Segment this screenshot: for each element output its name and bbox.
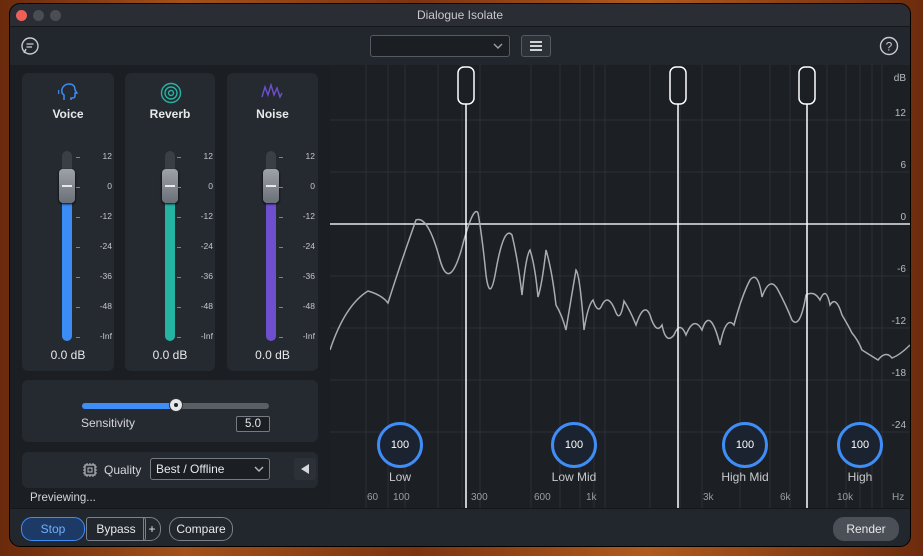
voice-head-icon: [58, 83, 79, 100]
voice-gain-value: 0.0 dB: [50, 348, 86, 362]
triangle-left-icon: [301, 464, 309, 474]
reverb-fader-thumb[interactable]: [162, 169, 178, 203]
voice-fader-fill: [62, 186, 72, 341]
noise-fader-track[interactable]: [263, 151, 279, 341]
freq-label-600: 600: [534, 492, 551, 503]
svg-text:?: ?: [886, 40, 893, 54]
reverb-fader-scale: 12 0 -12 -24 -36 -48 -Inf: [177, 149, 217, 349]
freq-label-3k: 3k: [703, 492, 714, 503]
freq-label-300: 300: [471, 492, 488, 503]
band-high-knob[interactable]: 100: [837, 422, 883, 468]
plugin-window: Dialogue Isolate ? Voice 12 0 -12 -24 -3…: [10, 4, 910, 546]
sensitivity-label: Sensitivity: [81, 416, 136, 430]
voice-fader-thumb[interactable]: [59, 169, 75, 203]
quality-label: Quality: [104, 463, 142, 477]
help-icon[interactable]: ?: [879, 36, 899, 56]
db-label-minus24: -24: [891, 420, 906, 431]
render-button[interactable]: Render: [833, 517, 899, 541]
add-bypass-button[interactable]: +: [143, 517, 161, 541]
window-title: Dialogue Isolate: [416, 8, 504, 22]
module-controls-panel: Voice 12 0 -12 -24 -36 -48 -Inf 0.0 dB R…: [10, 65, 330, 546]
reverb-fader-fill: [165, 186, 175, 341]
freq-label-60: 60: [367, 492, 379, 503]
bypass-button[interactable]: Bypass: [86, 517, 146, 541]
noise-label: Noise: [256, 107, 289, 121]
sensitivity-slider-track[interactable]: [82, 399, 269, 411]
band-high-mid-knob[interactable]: 100: [722, 422, 768, 468]
crossover-handle-1[interactable]: [457, 66, 475, 105]
freq-label-100: 100: [393, 492, 410, 503]
db-unit-label: dB: [893, 73, 906, 84]
noise-wave-icon: [261, 83, 283, 99]
reverb-rings-icon: [160, 82, 182, 104]
voice-fader-track[interactable]: [59, 151, 75, 341]
freq-label-1k: 1k: [586, 492, 597, 503]
speech-bubble-icon[interactable]: [20, 36, 40, 56]
band-low-label: Low: [388, 470, 411, 484]
db-label-12: 12: [894, 108, 906, 119]
sensitivity-section: Sensitivity 5.0: [22, 380, 318, 442]
band-low-knob[interactable]: 100: [377, 422, 423, 468]
sensitivity-value-field[interactable]: 5.0: [236, 416, 270, 432]
chip-icon: [83, 463, 97, 477]
noise-gain-value: 0.0 dB: [255, 348, 290, 362]
crossover-handle-2[interactable]: [669, 66, 687, 105]
db-label-0: 0: [900, 212, 906, 223]
quality-dropdown[interactable]: Best / Offline: [150, 458, 270, 480]
noise-fader-thumb[interactable]: [263, 169, 279, 203]
band-low-mid-knob[interactable]: 100: [551, 422, 597, 468]
band-high-label: High: [847, 470, 873, 484]
spectrum-curve: [330, 210, 910, 361]
reverb-label: Reverb: [149, 107, 191, 121]
band-low-mid-label: Low Mid: [551, 470, 597, 484]
band-high-mid-label: High Mid: [721, 470, 769, 484]
crossover-handle-3[interactable]: [798, 66, 816, 105]
db-label-minus12: -12: [891, 316, 906, 327]
title-bar: Dialogue Isolate: [10, 4, 910, 27]
freq-label-6k: 6k: [780, 492, 791, 503]
voice-label: Voice: [52, 107, 84, 121]
preset-dropdown[interactable]: [370, 35, 510, 57]
sensitivity-slider-thumb[interactable]: [170, 399, 182, 411]
status-text: Previewing...: [30, 492, 96, 504]
noise-fader-scale: 12 0 -12 -24 -36 -48 -Inf: [279, 149, 319, 349]
quality-section: Quality Best / Offline: [22, 452, 318, 488]
collapse-panel-button[interactable]: [294, 458, 316, 480]
preset-menu-button[interactable]: [521, 35, 551, 57]
reverb-channel: Reverb 12 0 -12 -24 -36 -48 -Inf 0.0 dB: [125, 73, 215, 371]
stop-button[interactable]: Stop: [21, 517, 85, 541]
chevron-down-icon: [254, 466, 264, 472]
spectrum-display[interactable]: dB 12 6 0 -6 -12 -18 -24 100 Low 100 Low…: [330, 65, 910, 508]
freq-unit-label: Hz: [892, 492, 905, 503]
compare-button[interactable]: Compare: [169, 517, 233, 541]
db-label-minus18: -18: [891, 368, 906, 379]
chevron-down-icon: [493, 43, 503, 49]
noise-fader-fill: [266, 186, 276, 341]
db-label-minus6: -6: [897, 264, 906, 275]
noise-channel: Noise 12 0 -12 -24 -36 -48 -Inf 0.0 dB: [227, 73, 318, 371]
freq-label-10k: 10k: [837, 492, 854, 503]
reverb-gain-value: 0.0 dB: [152, 348, 188, 362]
voice-channel: Voice 12 0 -12 -24 -36 -48 -Inf 0.0 dB: [22, 73, 114, 371]
quality-selected: Best / Offline: [156, 462, 225, 476]
reverb-fader-track[interactable]: [162, 151, 178, 341]
db-label-6: 6: [900, 160, 906, 171]
sensitivity-slider-fill: [82, 403, 176, 409]
toolbar: ?: [10, 27, 910, 65]
voice-fader-scale: 12 0 -12 -24 -36 -48 -Inf: [76, 149, 116, 349]
transport-bar: Stop Bypass + Compare Render: [10, 508, 910, 546]
